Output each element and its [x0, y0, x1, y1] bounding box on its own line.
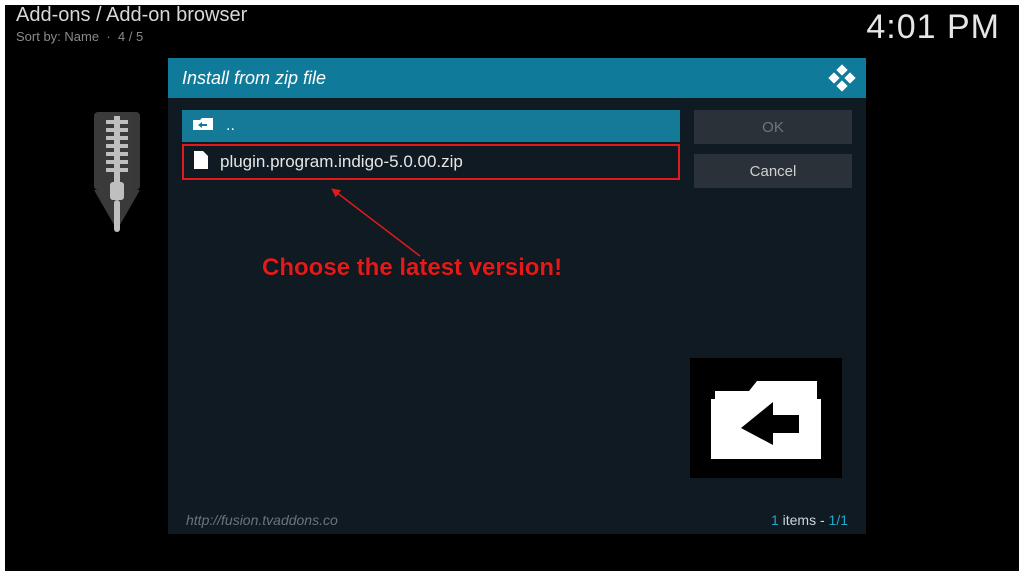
clock: 4:01 PM — [866, 8, 1000, 47]
install-zip-dialog: Install from zip file .. plugin.p — [168, 58, 866, 534]
kodi-logo-icon — [828, 64, 856, 97]
file-list: .. plugin.program.indigo-5.0.00.zip — [182, 110, 680, 534]
dialog-title-bar: Install from zip file — [168, 58, 866, 98]
sort-info: Sort by: Name · 4 / 5 — [16, 29, 247, 44]
item-count: 1 items - 1/1 — [771, 512, 848, 528]
dialog-title: Install from zip file — [182, 68, 326, 89]
cancel-button[interactable]: Cancel — [694, 154, 852, 188]
breadcrumb-area: Add-ons / Add-on browser Sort by: Name ·… — [16, 4, 247, 44]
ok-button[interactable]: OK — [694, 110, 852, 144]
breadcrumb: Add-ons / Add-on browser — [16, 4, 247, 27]
sort-label: Sort by: Name — [16, 29, 99, 44]
parent-folder-label: .. — [226, 117, 235, 135]
source-url: http://fusion.tvaddons.co — [186, 512, 338, 528]
dialog-footer: http://fusion.tvaddons.co 1 items - 1/1 — [168, 506, 866, 534]
folder-up-icon — [192, 116, 214, 137]
file-row[interactable]: plugin.program.indigo-5.0.00.zip — [182, 144, 680, 180]
file-icon — [194, 151, 208, 174]
annotation-text: Choose the latest version! — [262, 254, 562, 282]
file-name: plugin.program.indigo-5.0.00.zip — [220, 152, 463, 172]
parent-folder-row[interactable]: .. — [182, 110, 680, 142]
back-button[interactable] — [690, 358, 842, 478]
folder-back-icon — [711, 373, 821, 464]
list-position: 4 / 5 — [118, 29, 143, 44]
zip-icon — [86, 112, 156, 248]
